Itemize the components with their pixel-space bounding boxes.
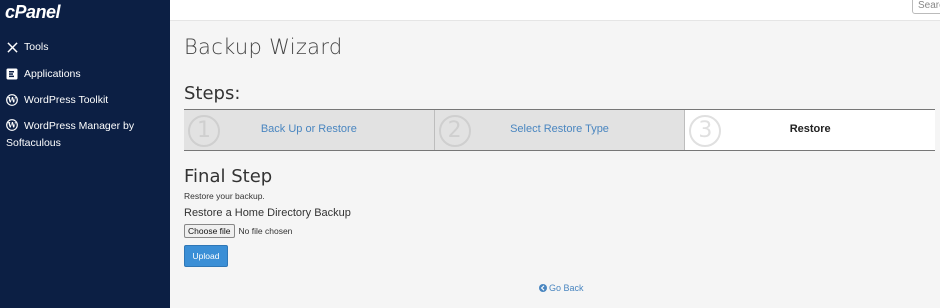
svg-text:W: W [7, 96, 17, 105]
search-input[interactable]: Search [912, 0, 940, 14]
file-input: Choose file No file chosen [184, 224, 292, 238]
sidebar-item-wordpress-manager[interactable]: W WordPress Manager by Softaculous [6, 118, 166, 152]
sidebar-item-tools[interactable]: Tools [6, 39, 49, 56]
sidebar-item-label: WordPress Toolkit [24, 94, 109, 106]
step-label-current: Restore [789, 123, 831, 135]
step-link[interactable]: Select Restore Type [435, 123, 685, 135]
wizard-steps: 1 Back Up or Restore 2 Select Restore Ty… [184, 109, 936, 151]
search-placeholder: Search [918, 0, 940, 11]
cpanel-logo[interactable]: cPanel [5, 2, 61, 23]
choose-file-button[interactable]: Choose file [184, 224, 235, 238]
sidebar-item-label: Applications [24, 68, 81, 80]
upload-button[interactable]: Upload [184, 245, 228, 267]
sidebar-item-label: WordPress Manager by Softaculous [6, 120, 135, 149]
go-back-link[interactable]: Go Back [539, 283, 584, 293]
main-content: Backup Wizard Steps: 1 Back Up or Restor… [170, 21, 940, 308]
sidebar-item-applications[interactable]: Applications [6, 66, 81, 83]
arrow-left-circle-icon [539, 284, 547, 292]
sidebar-item-wordpress-toolkit[interactable]: W WordPress Toolkit [6, 92, 108, 109]
steps-heading: Steps: [184, 83, 241, 104]
top-bar: Search [170, 0, 940, 21]
wordpress-icon: W [6, 94, 18, 106]
sidebar-item-label: Tools [24, 41, 49, 53]
applications-icon [6, 68, 18, 80]
page-title: Backup Wizard [184, 35, 343, 59]
go-back-label: Go Back [549, 283, 584, 293]
step-select-restore-type[interactable]: 2 Select Restore Type [435, 110, 686, 150]
file-status: No file chosen [238, 226, 293, 236]
step-restore: 3 Restore [685, 110, 936, 150]
wordpress-icon: W [6, 119, 18, 131]
restore-description: Restore your backup. [184, 191, 265, 201]
step-back-up-or-restore[interactable]: 1 Back Up or Restore [184, 110, 435, 150]
final-step-heading: Final Step [184, 166, 273, 187]
sidebar: cPanel Tools Applications W WordPress To… [0, 0, 170, 308]
tools-icon [6, 41, 18, 53]
step-link[interactable]: Back Up or Restore [184, 123, 434, 135]
restore-home-directory-heading: Restore a Home Directory Backup [184, 207, 351, 219]
svg-text:W: W [7, 121, 17, 130]
